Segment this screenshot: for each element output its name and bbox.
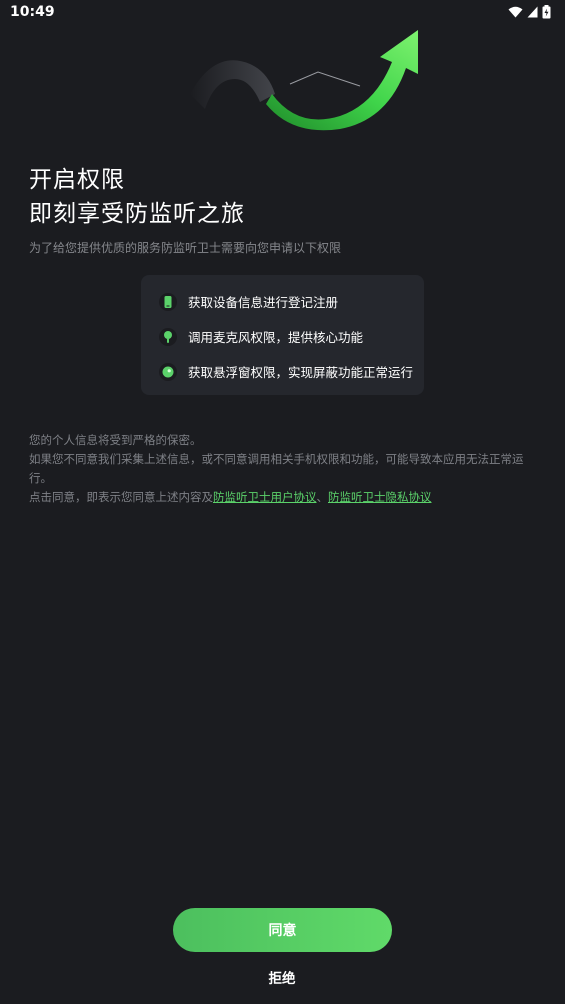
permission-item-microphone: 调用麦克风权限，提供核心功能 bbox=[159, 319, 424, 354]
permission-label: 获取设备信息进行登记注册 bbox=[188, 295, 339, 310]
permission-card: 获取设备信息进行登记注册 调用麦克风权限，提供核心功能 获取悬浮窗权限，实现屏蔽… bbox=[141, 275, 424, 395]
status-bar: 10:49 bbox=[0, 0, 565, 24]
page-subtitle-heading: 即刻享受防监听之旅 bbox=[29, 201, 245, 227]
title-block: 开启权限 即刻享受防监听之旅 bbox=[29, 163, 245, 231]
permission-label: 调用麦克风权限，提供核心功能 bbox=[188, 330, 364, 345]
phone-icon bbox=[159, 292, 177, 311]
permission-label: 获取悬浮窗权限，实现屏蔽功能正常运行 bbox=[188, 365, 414, 380]
link-separator: 、 bbox=[316, 490, 329, 504]
privacy-notice: 您的个人信息将受到严格的保密。 如果您不同意我们采集上述信息，或不同意调用相关手… bbox=[29, 431, 539, 507]
floating-window-icon bbox=[159, 362, 177, 381]
permission-item-floating-window: 获取悬浮窗权限，实现屏蔽功能正常运行 bbox=[159, 354, 424, 389]
permission-item-device: 获取设备信息进行登记注册 bbox=[159, 284, 424, 319]
signal-icon bbox=[527, 6, 538, 18]
notice-consent-text: 点击同意，即表示您同意上述内容及 bbox=[29, 490, 213, 504]
permission-intro: 为了给您提供优质的服务防监听卫士需要向您申请以下权限 bbox=[29, 241, 342, 255]
agree-button[interactable]: 同意 bbox=[173, 908, 392, 952]
notice-line: 您的个人信息将受到严格的保密。 bbox=[29, 433, 202, 447]
status-time: 10:49 bbox=[10, 4, 55, 20]
reject-button[interactable]: 拒绝 bbox=[232, 964, 332, 990]
user-agreement-link[interactable]: 防监听卫士用户协议 bbox=[213, 490, 317, 504]
notice-consent-line: 点击同意，即表示您同意上述内容及防监听卫士用户协议、防监听卫士隐私协议 bbox=[29, 488, 539, 507]
privacy-policy-link[interactable]: 防监听卫士隐私协议 bbox=[328, 490, 432, 504]
notice-line: 如果您不同意我们采集上述信息，或不同意调用相关手机权限和功能，可能导致本应用无法… bbox=[29, 452, 524, 485]
growth-arrow-illustration bbox=[190, 30, 418, 131]
page-title: 开启权限 bbox=[29, 167, 125, 193]
battery-icon bbox=[542, 5, 551, 19]
microphone-icon bbox=[159, 327, 177, 346]
wifi-icon bbox=[508, 6, 523, 18]
status-icons bbox=[508, 5, 551, 19]
